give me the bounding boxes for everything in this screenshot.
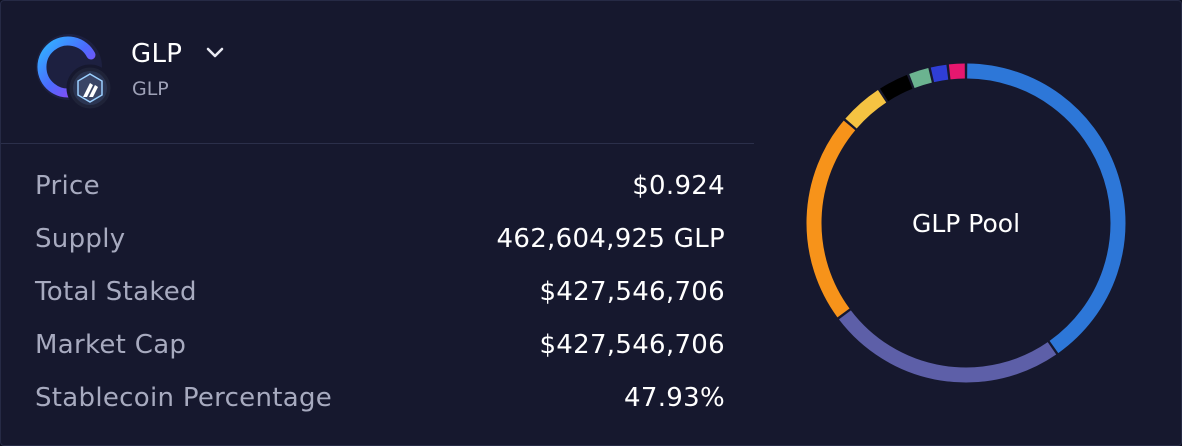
donut-slice-5[interactable] — [909, 68, 932, 89]
stat-row-price: Price $0.924 — [35, 159, 725, 212]
arbitrum-network-icon — [66, 64, 114, 112]
stat-label: Market Cap — [35, 329, 187, 360]
stat-row-stablecoin-percentage: Stablecoin Percentage 47.93% — [35, 371, 725, 424]
token-title: GLP — [131, 39, 183, 69]
glp-card: GLP GLP Price $0.924 Supply 462,604,925 … — [0, 0, 1182, 446]
stat-row-total-staked: Total Staked $427,546,706 — [35, 265, 725, 318]
donut-slice-7[interactable] — [948, 63, 965, 80]
token-subtitle: GLP — [132, 78, 169, 100]
stat-label: Supply — [35, 223, 126, 254]
stat-label: Price — [35, 170, 100, 201]
token-title-row[interactable]: GLP — [131, 39, 226, 69]
stat-value: $427,546,706 — [539, 329, 725, 360]
stat-label: Total Staked — [35, 276, 197, 307]
stat-row-market-cap: Market Cap $427,546,706 — [35, 318, 725, 371]
token-header: GLP GLP — [1, 1, 754, 144]
stat-value: $427,546,706 — [539, 276, 725, 307]
stats-list: Price $0.924 Supply 462,604,925 GLP Tota… — [35, 159, 725, 424]
stat-label: Stablecoin Percentage — [35, 382, 333, 413]
donut-chart[interactable] — [796, 53, 1136, 393]
stat-row-supply: Supply 462,604,925 GLP — [35, 212, 725, 265]
donut-slice-2[interactable] — [806, 120, 856, 318]
donut-slice-0[interactable] — [967, 63, 1126, 354]
donut-slice-1[interactable] — [838, 310, 1057, 383]
stat-value: 47.93% — [624, 382, 725, 413]
stat-value: $0.924 — [632, 170, 725, 201]
chevron-down-icon[interactable] — [204, 41, 226, 63]
donut-slice-6[interactable] — [930, 64, 949, 83]
glp-logo-icon — [36, 34, 114, 112]
stat-value: 462,604,925 GLP — [496, 223, 725, 254]
glp-pool-chart[interactable]: GLP Pool — [796, 53, 1136, 393]
donut-slice-3[interactable] — [845, 90, 887, 129]
donut-slice-4[interactable] — [880, 74, 913, 102]
